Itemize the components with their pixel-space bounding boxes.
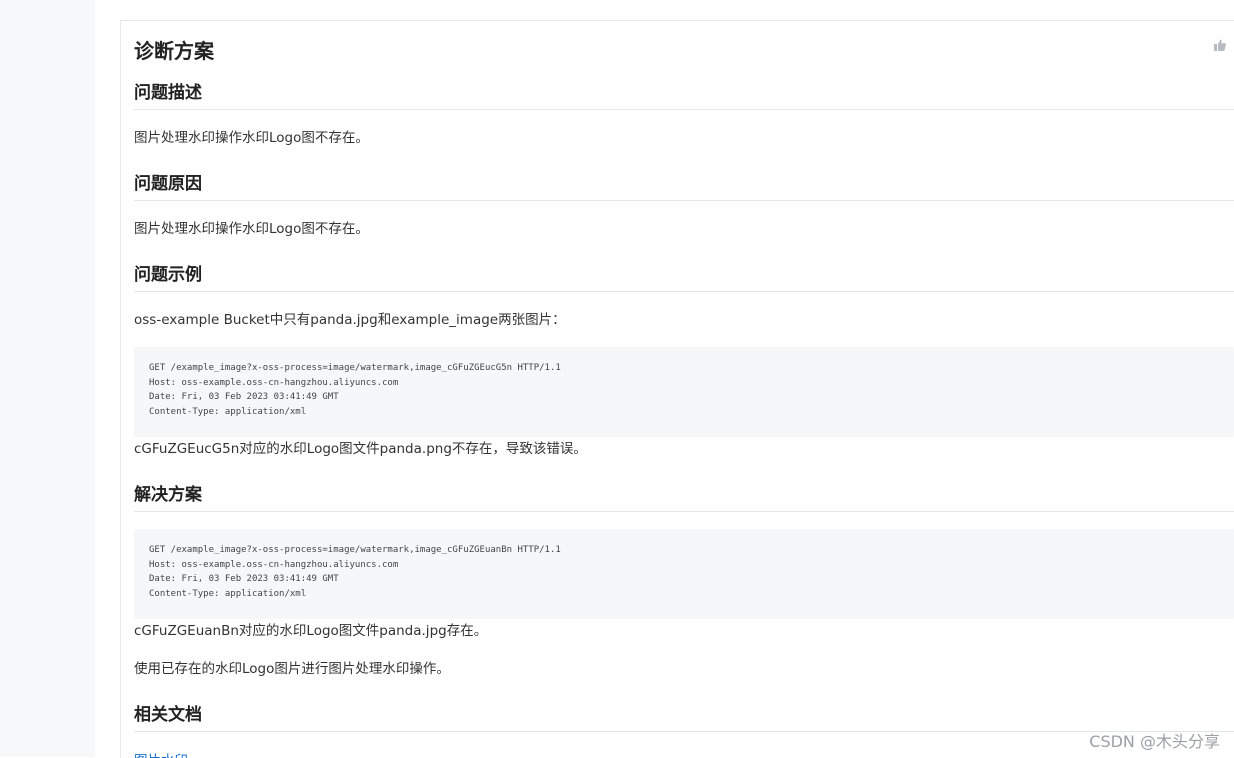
heading-problem-example: 问题示例 (134, 265, 202, 285)
problem-example-after: cGFuZGEucG5n对应的水印Logo图文件panda.png不存在，导致该… (134, 441, 587, 457)
heading-problem-description: 问题描述 (134, 83, 202, 103)
problem-example-intro: oss-example Bucket中只有panda.jpg和example_i… (134, 312, 566, 328)
watermark: CSDN @木头分享 (1089, 732, 1220, 751)
left-gutter (0, 0, 95, 757)
divider (134, 511, 1234, 512)
divider (134, 200, 1234, 201)
divider (134, 291, 1234, 292)
heading-related-docs: 相关文档 (134, 705, 202, 725)
problem-cause-text: 图片处理水印操作水印Logo图不存在。 (134, 221, 369, 237)
code-block-example: GET /example_image?x-oss-process=image/w… (134, 347, 1234, 437)
solution-after-2: 使用已存在的水印Logo图片进行图片处理水印操作。 (134, 661, 450, 677)
solution-after-1: cGFuZGEuanBn对应的水印Logo图文件panda.jpg存在。 (134, 623, 488, 639)
document-card: 诊断方案 问题描述 图片处理水印操作水印Logo图不存在。 问题原因 图片处理水… (120, 20, 1234, 758)
thumbs-up-icon[interactable] (1213, 37, 1227, 51)
heading-problem-cause: 问题原因 (134, 174, 202, 194)
code-block-solution: GET /example_image?x-oss-process=image/w… (134, 529, 1234, 619)
problem-description-text: 图片处理水印操作水印Logo图不存在。 (134, 130, 369, 146)
divider (134, 731, 1234, 732)
page-title: 诊断方案 (134, 39, 214, 63)
heading-solution: 解决方案 (134, 485, 202, 505)
divider (134, 109, 1234, 110)
